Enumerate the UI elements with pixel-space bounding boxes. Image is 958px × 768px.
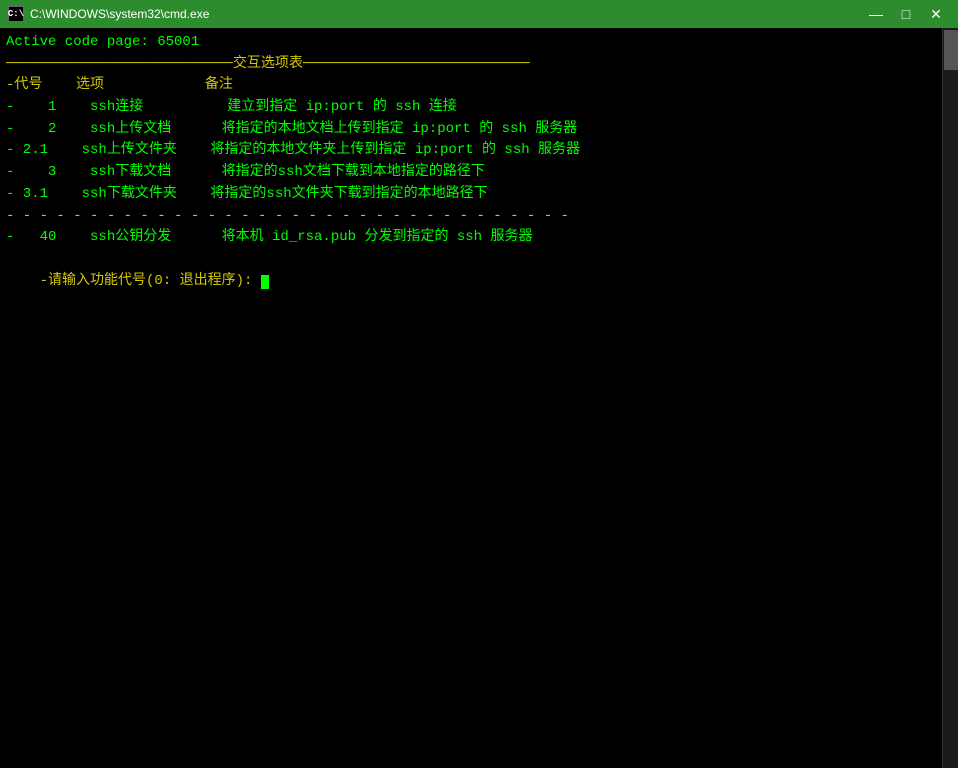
title-bar: C:\ C:\WINDOWS\system32\cmd.exe — □ ✕	[0, 0, 958, 28]
scrollbar[interactable]	[942, 28, 958, 768]
prompt-line[interactable]: -请输入功能代号(0: 退出程序):	[6, 249, 952, 314]
active-code-line: Active code page: 65001	[6, 32, 952, 54]
title-bar-controls: — □ ✕	[862, 3, 950, 25]
window-title: C:\WINDOWS\system32\cmd.exe	[30, 7, 209, 21]
scrollbar-thumb[interactable]	[944, 30, 958, 70]
cmd-icon: C:\	[8, 6, 24, 22]
menu-row-1: - 1 ssh连接 建立到指定 ip:port 的 ssh 连接	[6, 97, 952, 119]
menu-row-2: - 2 ssh上传文档 将指定的本地文档上传到指定 ip:port 的 ssh …	[6, 119, 952, 141]
terminal-window: Active code page: 65001 ────────────────…	[0, 28, 958, 768]
header-row: -代号 选项 备注	[6, 75, 952, 97]
minimize-button[interactable]: —	[862, 3, 890, 25]
cursor	[261, 275, 269, 289]
separator-line: ───────────────────────────交互选项表────────…	[6, 54, 952, 76]
prompt-text: -请输入功能代号(0: 退出程序):	[40, 273, 261, 289]
menu-row-4: - 3 ssh下载文档 将指定的ssh文档下载到本地指定的路径下	[6, 162, 952, 184]
extra-row: - 40 ssh公钥分发 将本机 id_rsa.pub 分发到指定的 ssh 服…	[6, 227, 952, 249]
menu-row-3: - 2.1 ssh上传文件夹 将指定的本地文件夹上传到指定 ip:port 的 …	[6, 140, 952, 162]
title-bar-left: C:\ C:\WINDOWS\system32\cmd.exe	[8, 6, 209, 22]
dashed-separator: - - - - - - - - - - - - - - - - - - - - …	[6, 206, 952, 228]
close-button[interactable]: ✕	[922, 3, 950, 25]
maximize-button[interactable]: □	[892, 3, 920, 25]
menu-row-5: - 3.1 ssh下载文件夹 将指定的ssh文件夹下载到指定的本地路径下	[6, 184, 952, 206]
